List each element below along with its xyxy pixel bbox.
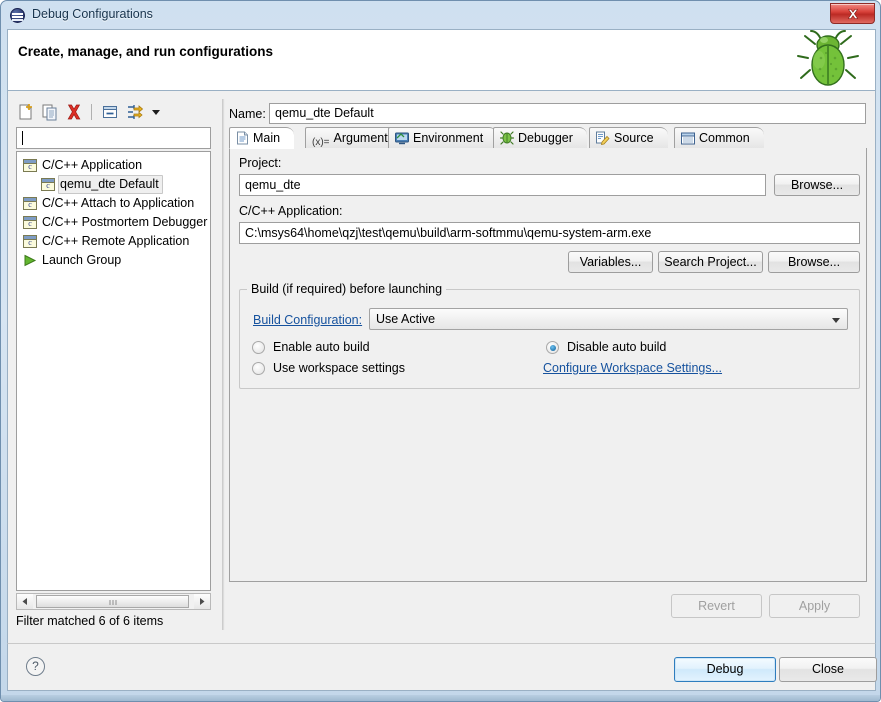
c-app-icon: c bbox=[23, 197, 37, 210]
tab-label: Source bbox=[614, 131, 654, 145]
radio-disable-auto-build[interactable] bbox=[546, 341, 559, 354]
chevron-down-icon[interactable] bbox=[149, 102, 163, 122]
app-browse-button[interactable]: Browse... bbox=[768, 251, 860, 273]
help-icon[interactable]: ? bbox=[26, 657, 45, 676]
tab-label: Environment bbox=[413, 131, 484, 145]
close-icon bbox=[847, 8, 858, 19]
radio-enable-auto-build[interactable] bbox=[252, 341, 265, 354]
project-browse-button[interactable]: Browse... bbox=[774, 174, 860, 196]
configurations-toolbar bbox=[16, 99, 220, 125]
tree-horizontal-scrollbar[interactable] bbox=[16, 593, 211, 610]
name-input[interactable]: qemu_dte Default bbox=[269, 103, 866, 124]
debug-button[interactable]: Debug bbox=[674, 657, 776, 682]
new-launch-configuration-icon[interactable] bbox=[16, 102, 36, 122]
collapse-all-icon[interactable] bbox=[100, 102, 120, 122]
radio-disable-auto-build-label[interactable]: Disable auto build bbox=[567, 340, 666, 354]
tab-source[interactable]: Source bbox=[589, 127, 668, 149]
name-row: Name: qemu_dte Default bbox=[229, 103, 869, 125]
duplicate-icon[interactable] bbox=[40, 102, 60, 122]
build-configuration-link[interactable]: Build Configuration: bbox=[253, 313, 362, 327]
tree-item-label: Launch Group bbox=[42, 253, 122, 267]
filter-icon[interactable] bbox=[124, 102, 144, 122]
close-window-button[interactable] bbox=[830, 3, 875, 24]
tab-label: Arguments bbox=[333, 131, 394, 145]
dialog-body: c C/C++ Application c qemu_dte Default c C/… bbox=[7, 91, 876, 643]
radio-use-workspace-settings-label[interactable]: Use workspace settings bbox=[273, 361, 405, 375]
window-bottom-edge bbox=[1, 695, 880, 701]
build-group-title: Build (if required) before launching bbox=[247, 282, 447, 296]
tree-item-label: C/C++ Remote Application bbox=[42, 234, 190, 248]
c-app-icon: c bbox=[41, 178, 55, 191]
tree-item-c-cpp-postmortem-debugger[interactable]: c C/C++ Postmortem Debugger bbox=[17, 213, 210, 232]
tab-main[interactable]: Main bbox=[229, 127, 295, 152]
tab-debugger[interactable]: Debugger bbox=[493, 127, 587, 149]
tree-item-c-cpp-attach-to-application[interactable]: c C/C++ Attach to Application bbox=[17, 194, 210, 213]
configurations-tree[interactable]: c C/C++ Application c qemu_dte Default c C/… bbox=[16, 151, 211, 591]
dialog-header: Create, manage, and run configurations bbox=[7, 29, 876, 91]
tree-item-label: C/C++ Attach to Application bbox=[42, 196, 195, 210]
tree-item-c-cpp-application[interactable]: c C/C++ Application bbox=[17, 156, 210, 175]
delete-icon[interactable] bbox=[64, 102, 84, 122]
project-label: Project: bbox=[239, 156, 282, 170]
tab-strip: Main (x)= Arguments Environment Debugger… bbox=[229, 127, 867, 149]
debug-configurations-window: Debug Configurations Create, manage, and… bbox=[0, 0, 881, 702]
name-label: Name: bbox=[229, 107, 266, 121]
configuration-editor-panel: Name: qemu_dte Default Main (x)= Argumen… bbox=[229, 99, 869, 630]
revert-button[interactable]: Revert bbox=[671, 594, 762, 618]
filter-status-text: Filter matched 6 of 6 items bbox=[16, 614, 164, 628]
dialog-footer: ? Debug Close bbox=[7, 643, 877, 691]
panel-divider[interactable] bbox=[222, 99, 225, 630]
build-group: Build (if required) before launching Bui… bbox=[239, 282, 860, 389]
build-configuration-combo[interactable]: Use Active bbox=[369, 308, 848, 330]
title-bar: Debug Configurations bbox=[1, 1, 880, 30]
chevron-down-icon bbox=[832, 318, 840, 323]
main-tab-panel: Project: qemu_dte Browse... C/C++ Applic… bbox=[229, 148, 867, 582]
page-title: Create, manage, and run configurations bbox=[18, 44, 274, 59]
c-app-icon: c bbox=[23, 216, 37, 229]
debug-configurations-icon bbox=[10, 8, 25, 23]
apply-button[interactable]: Apply bbox=[769, 594, 860, 618]
tab-common[interactable]: Common bbox=[674, 127, 764, 149]
filter-input[interactable] bbox=[16, 127, 211, 149]
green-bug-icon bbox=[795, 30, 861, 90]
build-configuration-value: Use Active bbox=[376, 312, 436, 326]
project-input[interactable]: qemu_dte bbox=[239, 174, 766, 196]
configure-workspace-settings-link[interactable]: Configure Workspace Settings... bbox=[543, 361, 722, 375]
main-tab-icon bbox=[236, 131, 249, 152]
scroll-left-arrow[interactable] bbox=[17, 594, 33, 609]
tree-item-qemu-dte-default[interactable]: c qemu_dte Default bbox=[17, 175, 210, 194]
tree-item-c-cpp-remote-application[interactable]: c C/C++ Remote Application bbox=[17, 232, 210, 251]
tree-item-label: qemu_dte Default bbox=[58, 175, 163, 194]
tree-item-label: C/C++ Application bbox=[42, 158, 143, 172]
radio-enable-auto-build-label[interactable]: Enable auto build bbox=[273, 340, 370, 354]
window-title: Debug Configurations bbox=[32, 7, 153, 21]
scroll-right-arrow[interactable] bbox=[194, 594, 210, 609]
text-caret bbox=[22, 131, 23, 145]
tab-label: Debugger bbox=[518, 131, 573, 145]
scrollbar-thumb[interactable] bbox=[36, 595, 189, 608]
c-app-icon: c bbox=[23, 159, 37, 172]
close-button[interactable]: Close bbox=[779, 657, 877, 682]
tree-item-label: C/C++ Postmortem Debugger bbox=[42, 215, 208, 229]
tab-label: Common bbox=[699, 131, 750, 145]
toolbar-separator bbox=[91, 104, 92, 120]
tab-label: Main bbox=[253, 131, 281, 145]
tree-item-launch-group[interactable]: Launch Group bbox=[17, 251, 210, 270]
launch-group-icon bbox=[23, 254, 37, 267]
radio-use-workspace-settings[interactable] bbox=[252, 362, 265, 375]
tab-environment[interactable]: Environment bbox=[388, 127, 498, 149]
application-input[interactable]: C:\msys64\home\qzj\test\qemu\build\arm-s… bbox=[239, 222, 860, 244]
application-label: C/C++ Application: bbox=[239, 204, 343, 218]
search-project-button[interactable]: Search Project... bbox=[658, 251, 763, 273]
c-app-icon: c bbox=[23, 235, 37, 248]
configurations-panel: c C/C++ Application c qemu_dte Default c C/… bbox=[16, 99, 220, 630]
variables-button[interactable]: Variables... bbox=[568, 251, 653, 273]
